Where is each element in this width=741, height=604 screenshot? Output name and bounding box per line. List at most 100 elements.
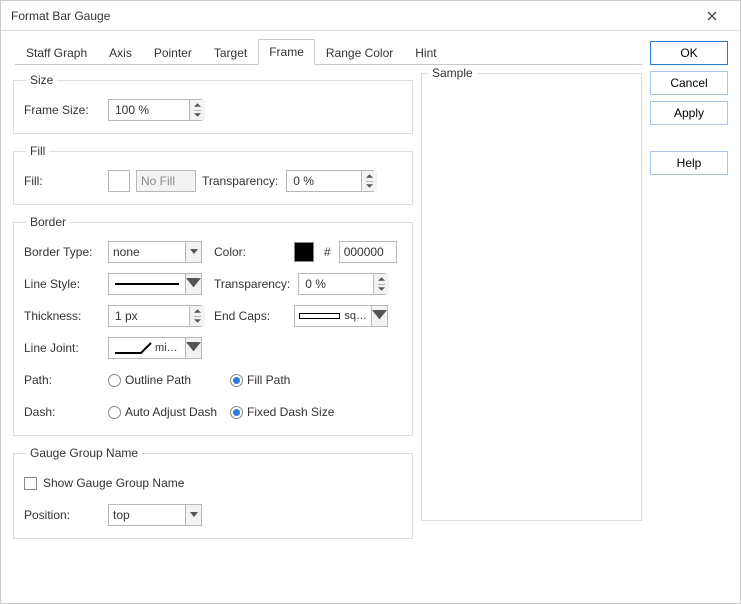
tab-pointer[interactable]: Pointer — [143, 40, 203, 65]
tab-staff-graph[interactable]: Staff Graph — [15, 40, 98, 65]
fill-value-field: No Fill — [136, 170, 196, 192]
position-label: Position: — [24, 508, 102, 522]
fill-legend: Fill — [26, 144, 49, 158]
border-type-combo[interactable]: none — [108, 241, 202, 263]
radio-icon — [108, 406, 121, 419]
fill-value-text: No Fill — [141, 174, 175, 188]
fill-transparency-spinner[interactable]: 0 % — [286, 170, 374, 192]
chevron-down-icon — [185, 338, 201, 358]
chevron-down-icon[interactable] — [378, 285, 385, 295]
group-fill: Fill Fill: No Fill Transparency: 0 % — [13, 144, 413, 205]
border-legend: Border — [26, 215, 70, 229]
fill-path-label: Fill Path — [247, 373, 290, 387]
radio-auto-adjust-dash[interactable]: Auto Adjust Dash — [108, 405, 224, 419]
hash-label: # — [324, 245, 331, 259]
chevron-down-icon[interactable] — [366, 182, 373, 192]
tab-frame[interactable]: Frame — [258, 39, 315, 65]
border-transparency-value: 0 % — [303, 277, 373, 291]
sample-legend: Sample — [428, 66, 477, 80]
border-type-label: Border Type: — [24, 245, 102, 259]
button-column: OK Cancel Apply Help — [650, 39, 728, 591]
radio-icon — [230, 406, 243, 419]
endcaps-combo[interactable]: sq… — [294, 305, 388, 327]
group-size: Size Frame Size: 100 % — [13, 73, 413, 134]
tab-range-color[interactable]: Range Color — [315, 40, 404, 65]
cancel-button[interactable]: Cancel — [650, 71, 728, 95]
chevron-down-icon — [371, 306, 387, 326]
tab-target[interactable]: Target — [203, 40, 258, 65]
fixed-dash-label: Fixed Dash Size — [247, 405, 334, 419]
size-legend: Size — [26, 73, 57, 87]
linejoint-label: Line Joint: — [24, 341, 102, 355]
color-hex-field[interactable]: 000000 — [339, 241, 397, 263]
endcaps-label: End Caps: — [214, 309, 286, 323]
border-transparency-spinner[interactable]: 0 % — [298, 273, 386, 295]
linejoint-combo[interactable]: mi… — [108, 337, 202, 359]
sample-preview: Sample — [421, 73, 642, 521]
position-value: top — [113, 508, 130, 522]
thickness-spinner[interactable]: 1 px — [108, 305, 202, 327]
auto-adjust-label: Auto Adjust Dash — [125, 405, 217, 419]
close-icon — [707, 11, 717, 21]
spinner-arrows[interactable] — [189, 100, 205, 120]
fill-label: Fill: — [24, 174, 102, 188]
form-column: Size Frame Size: 100 % F — [13, 73, 413, 591]
color-hex-value: 000000 — [344, 245, 384, 259]
endcaps-preview: sq… — [295, 310, 371, 322]
linejoint-preview: mi… — [109, 341, 185, 355]
radio-fixed-dash-size[interactable]: Fixed Dash Size — [230, 405, 334, 419]
tab-hint[interactable]: Hint — [404, 40, 447, 65]
help-button[interactable]: Help — [650, 151, 728, 175]
chevron-down-icon — [185, 242, 201, 262]
sample-column: Sample — [421, 73, 642, 591]
chevron-down-icon[interactable] — [194, 111, 201, 121]
group-gauge-name: Gauge Group Name Show Gauge Group Name P… — [13, 446, 413, 539]
radio-icon — [230, 374, 243, 387]
position-combo[interactable]: top — [108, 504, 202, 526]
left-column: Staff Graph Axis Pointer Target Frame Ra… — [13, 39, 642, 591]
spinner-arrows[interactable] — [361, 171, 377, 191]
line-sample-icon — [115, 283, 179, 285]
border-type-value: none — [113, 245, 140, 259]
checkbox-show-gauge-group-name[interactable]: Show Gauge Group Name — [24, 476, 184, 490]
fill-transparency-label: Transparency: — [202, 174, 278, 188]
endcaps-value: sq… — [344, 310, 367, 322]
color-swatch[interactable] — [294, 242, 314, 262]
chevron-up-icon[interactable] — [194, 306, 201, 317]
tab-strip: Staff Graph Axis Pointer Target Frame Ra… — [15, 39, 642, 65]
close-button[interactable] — [692, 2, 732, 30]
checkbox-icon — [24, 477, 37, 490]
linejoint-icon — [113, 341, 153, 355]
outline-path-label: Outline Path — [125, 373, 191, 387]
radio-fill-path[interactable]: Fill Path — [230, 373, 290, 387]
gauge-name-legend: Gauge Group Name — [26, 446, 142, 460]
frame-size-value: 100 % — [113, 103, 189, 117]
spinner-arrows[interactable] — [189, 306, 205, 326]
content-area: Staff Graph Axis Pointer Target Frame Ra… — [1, 31, 740, 603]
group-border: Border Border Type: none Color: # 000000 — [13, 215, 413, 436]
panel-area: Size Frame Size: 100 % F — [13, 65, 642, 591]
window-title: Format Bar Gauge — [11, 9, 110, 23]
chevron-up-icon[interactable] — [366, 171, 373, 182]
border-transparency-label: Transparency: — [214, 277, 290, 291]
chevron-down-icon — [185, 505, 201, 525]
apply-button[interactable]: Apply — [650, 101, 728, 125]
frame-size-label: Frame Size: — [24, 103, 102, 117]
line-style-label: Line Style: — [24, 277, 102, 291]
thickness-value: 1 px — [113, 309, 189, 323]
fill-transparency-value: 0 % — [291, 174, 361, 188]
thickness-label: Thickness: — [24, 309, 102, 323]
chevron-down-icon — [185, 274, 201, 294]
radio-outline-path[interactable]: Outline Path — [108, 373, 224, 387]
chevron-down-icon[interactable] — [194, 317, 201, 327]
spinner-arrows[interactable] — [373, 274, 389, 294]
ok-button[interactable]: OK — [650, 41, 728, 65]
frame-size-spinner[interactable]: 100 % — [108, 99, 202, 121]
linejoint-value: mi… — [155, 342, 178, 354]
line-style-combo[interactable] — [108, 273, 202, 295]
chevron-up-icon[interactable] — [194, 100, 201, 111]
chevron-up-icon[interactable] — [378, 274, 385, 285]
tab-axis[interactable]: Axis — [98, 40, 143, 65]
fill-pattern-button[interactable] — [108, 170, 130, 192]
radio-icon — [108, 374, 121, 387]
